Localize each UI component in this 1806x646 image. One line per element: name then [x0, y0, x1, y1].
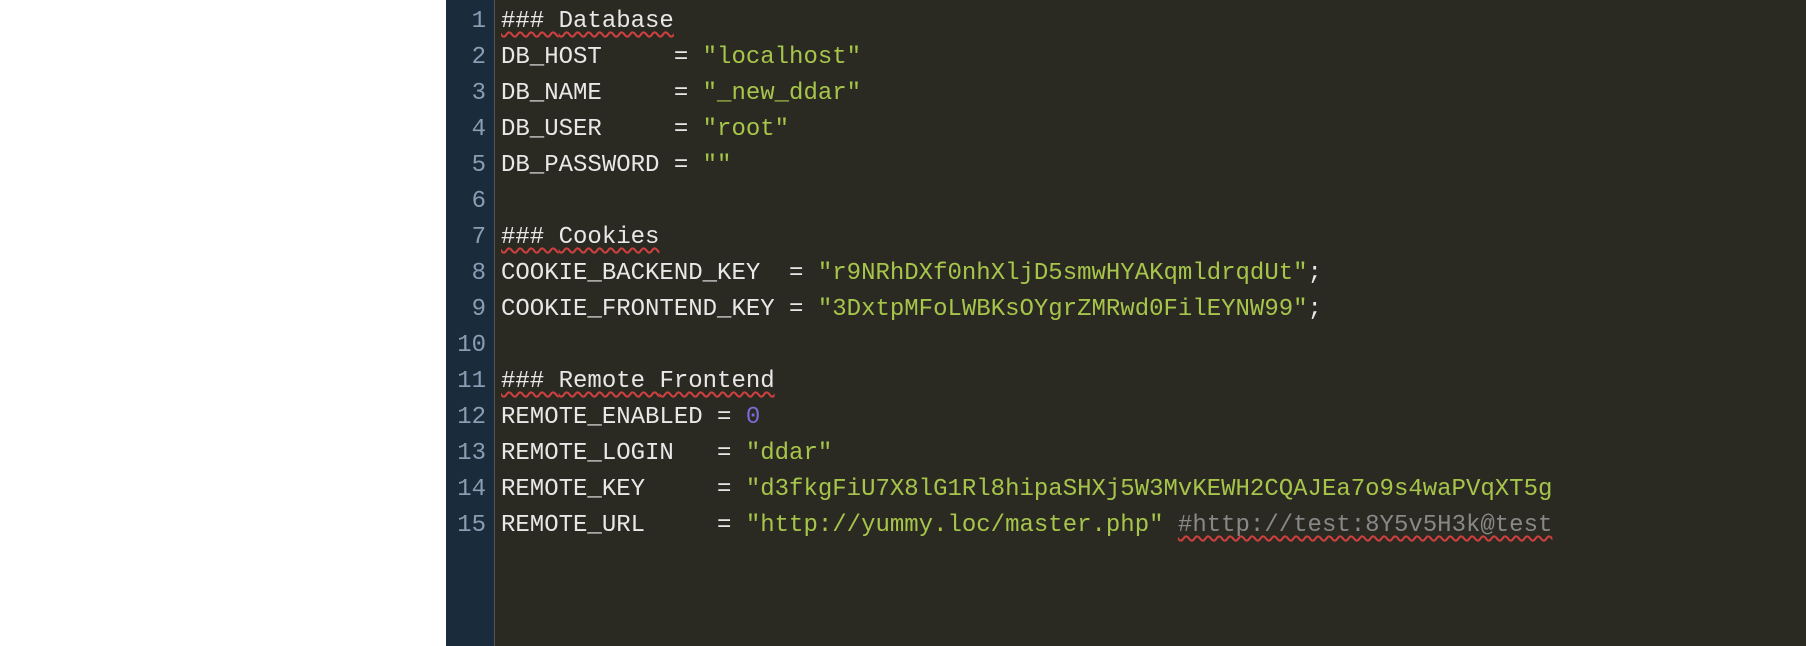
code-token: Frontend	[659, 368, 774, 395]
code-token: "_new_ddar"	[703, 80, 861, 107]
code-token: "d3fkgFiU7X8lG1Rl8hipaSHXj5W3MvKEWH2CQAJ…	[746, 476, 1553, 503]
code-line[interactable]: DB_NAME = "_new_ddar"	[501, 76, 1806, 112]
code-line[interactable]: REMOTE_ENABLED = 0	[501, 400, 1806, 436]
line-number: 4	[446, 112, 494, 148]
line-number: 7	[446, 220, 494, 256]
code-token: "root"	[703, 116, 789, 143]
code-token: DB_USER =	[501, 116, 703, 143]
code-token: Remote	[559, 368, 660, 395]
line-number: 14	[446, 472, 494, 508]
code-token: REMOTE_URL =	[501, 512, 746, 539]
code-line[interactable]: REMOTE_URL = "http://yummy.loc/master.ph…	[501, 508, 1806, 544]
code-line[interactable]: COOKIE_BACKEND_KEY = "r9NRhDXf0nhXljD5sm…	[501, 256, 1806, 292]
code-line[interactable]: DB_PASSWORD = ""	[501, 148, 1806, 184]
code-line[interactable]: DB_HOST = "localhost"	[501, 40, 1806, 76]
code-line[interactable]: DB_USER = "root"	[501, 112, 1806, 148]
code-token: REMOTE_KEY =	[501, 476, 746, 503]
code-token: 0	[746, 404, 760, 431]
line-number: 6	[446, 184, 494, 220]
line-number: 13	[446, 436, 494, 472]
code-token: REMOTE_LOGIN =	[501, 440, 746, 467]
code-token: ;	[1308, 260, 1322, 287]
code-token: "localhost"	[703, 44, 861, 71]
code-token: DB_NAME =	[501, 80, 703, 107]
code-editor[interactable]: ### DatabaseDB_HOST = "localhost"DB_NAME…	[494, 0, 1806, 646]
code-token: DB_PASSWORD =	[501, 152, 703, 179]
line-number: 5	[446, 148, 494, 184]
code-token: ###	[501, 8, 559, 35]
code-token: ;	[1308, 296, 1322, 323]
line-number: 15	[446, 508, 494, 544]
line-number: 10	[446, 328, 494, 364]
code-line[interactable]	[501, 328, 1806, 364]
code-token: Cookies	[559, 224, 660, 251]
code-token: "r9NRhDXf0nhXljD5smwHYAKqmldrqdUt"	[818, 260, 1308, 287]
code-line[interactable]: ### Cookies	[501, 220, 1806, 256]
left-blank-pane	[0, 0, 446, 646]
line-number: 2	[446, 40, 494, 76]
line-number: 12	[446, 400, 494, 436]
code-token: REMOTE_ENABLED =	[501, 404, 746, 431]
code-token: ###	[501, 224, 559, 251]
line-number: 3	[446, 76, 494, 112]
code-token: COOKIE_BACKEND_KEY =	[501, 260, 818, 287]
line-number: 8	[446, 256, 494, 292]
code-token: "ddar"	[746, 440, 832, 467]
code-line[interactable]: COOKIE_FRONTEND_KEY = "3DxtpMFoLWBKsOYgr…	[501, 292, 1806, 328]
code-line[interactable]: ### Database	[501, 4, 1806, 40]
line-number: 1	[446, 4, 494, 40]
code-token: ###	[501, 368, 559, 395]
line-number-gutter: 123456789101112131415	[446, 0, 494, 646]
code-token: DB_HOST =	[501, 44, 703, 71]
code-token: "3DxtpMFoLWBKsOYgrZMRwd0FilEYNW99"	[818, 296, 1308, 323]
code-line[interactable]	[501, 184, 1806, 220]
line-number: 9	[446, 292, 494, 328]
code-token: "http://yummy.loc/master.php"	[746, 512, 1164, 539]
code-line[interactable]: REMOTE_KEY = "d3fkgFiU7X8lG1Rl8hipaSHXj5…	[501, 472, 1806, 508]
code-token	[1164, 512, 1178, 539]
code-token: #http://test:8Y5v5H3k@test	[1178, 512, 1552, 539]
code-line[interactable]: REMOTE_LOGIN = "ddar"	[501, 436, 1806, 472]
code-token: Database	[559, 8, 674, 35]
code-line[interactable]: ### Remote Frontend	[501, 364, 1806, 400]
line-number: 11	[446, 364, 494, 400]
code-token: COOKIE_FRONTEND_KEY =	[501, 296, 818, 323]
code-token: ""	[703, 152, 732, 179]
